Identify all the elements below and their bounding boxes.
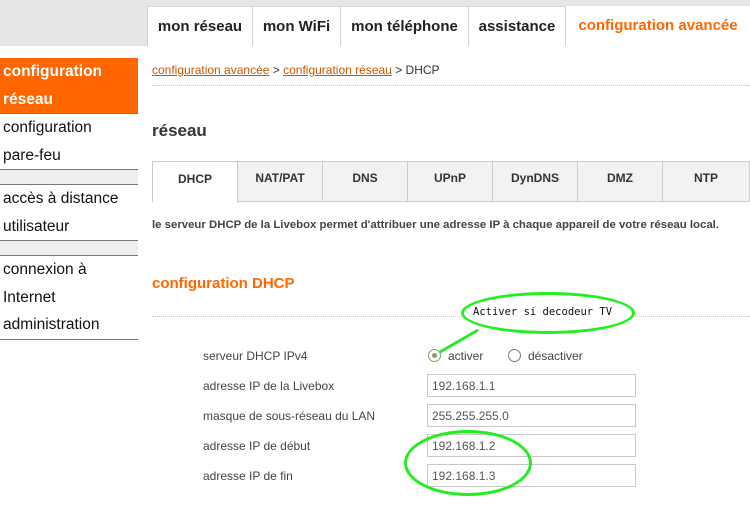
end-ip-input[interactable] — [427, 464, 636, 487]
annotation-pointer-line — [439, 328, 479, 354]
livebox-ip-label: adresse IP de la Livebox — [203, 379, 335, 393]
radio-desactiver[interactable] — [508, 349, 521, 362]
start-ip-input[interactable] — [427, 434, 636, 457]
radio-activer-label[interactable]: activer — [448, 349, 483, 363]
livebox-ip-input[interactable] — [427, 374, 636, 397]
subnet-mask-label: masque de sous-réseau du LAN — [203, 409, 376, 423]
end-ip-label: adresse IP de fin — [203, 469, 293, 483]
radio-desactiver-label[interactable]: désactiver — [528, 349, 583, 363]
subnet-mask-input[interactable] — [427, 404, 636, 427]
start-ip-label: adresse IP de début — [203, 439, 311, 453]
radio-activer[interactable] — [428, 349, 441, 362]
annotation-text: Activer si decodeur TV — [473, 306, 613, 318]
dhcp-server-label: serveur DHCP IPv4 — [203, 349, 308, 363]
